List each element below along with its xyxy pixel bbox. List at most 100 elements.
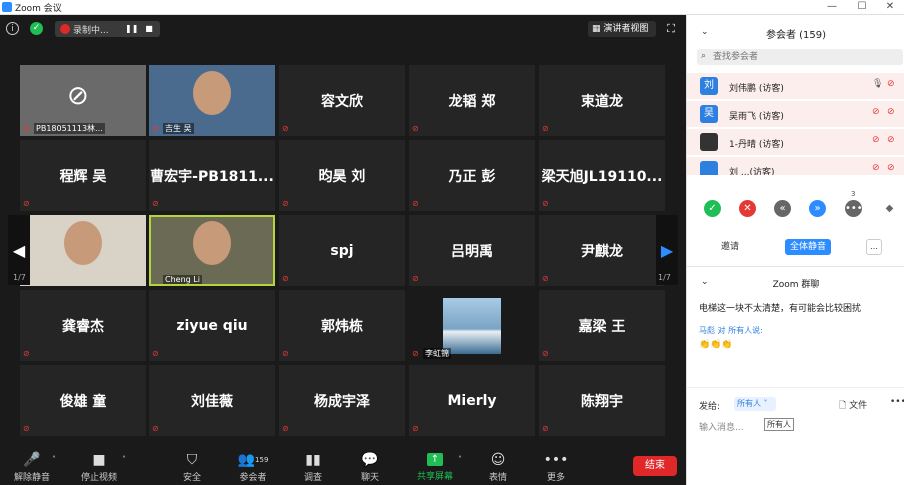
participant-display-name: 刘佳薇 xyxy=(191,393,233,410)
profile-picture xyxy=(443,298,501,354)
chat-title: Zoom 群聊 xyxy=(772,280,820,290)
video-feed xyxy=(193,221,231,265)
video-options-chevron-icon[interactable]: ˄ xyxy=(122,455,126,464)
participant-tile[interactable]: 容文欣 ⊘ xyxy=(279,65,405,136)
recipient-tooltip: 所有人 xyxy=(764,418,794,431)
participant-tile[interactable]: 刘佳薇 ⊘ xyxy=(149,365,275,436)
chat-more-icon[interactable]: ••• xyxy=(890,397,904,411)
participants-label: 参会者 xyxy=(239,473,267,483)
mute-all-button[interactable]: 全体静音 xyxy=(785,239,831,255)
participant-tile[interactable]: ⊘ ⊘ PB18051113林... xyxy=(20,65,146,136)
participant-row[interactable]: 1-丹晴 (访客) ⊘ ⊘ xyxy=(687,129,904,155)
more-button[interactable]: ••• 更多 xyxy=(531,437,581,485)
no-icon[interactable]: ✕ xyxy=(739,200,756,217)
participant-name: 1-丹晴 (访客) xyxy=(729,140,784,150)
participant-tile[interactable]: 吕明禹 ⊘ xyxy=(409,215,535,286)
next-page-button[interactable]: ▶ 1/7 xyxy=(656,215,678,285)
stop-recording-icon[interactable]: ■ xyxy=(144,24,154,34)
close-icon[interactable]: ✕ xyxy=(876,0,904,15)
participant-tile[interactable]: 梁天旭JL19110... ⊘ xyxy=(539,140,665,211)
participant-display-name: 郭炜栋 xyxy=(321,318,363,335)
participant-search-input[interactable] xyxy=(713,49,899,65)
clear-eraser-icon[interactable]: ◆ xyxy=(881,200,898,217)
shield-check-icon[interactable]: ✓ xyxy=(30,22,43,35)
participant-tile[interactable]: Mierly ⊘ xyxy=(409,365,535,436)
end-meeting-button[interactable]: 结束 xyxy=(633,456,677,476)
mic-muted-icon: ⊘ xyxy=(412,124,419,133)
chat-message: 电梯这一块不太清楚，有可能会比较困扰 xyxy=(699,304,862,314)
mic-muted-icon: ⊘ xyxy=(282,424,289,433)
minimize-icon[interactable]: — xyxy=(818,0,846,15)
share-options-chevron-icon[interactable]: ˄ xyxy=(458,455,462,464)
participant-display-name: 嘉梁 王 xyxy=(578,318,626,335)
recording-label: 录制中... xyxy=(73,26,109,36)
participant-tile[interactable]: Cheng Li xyxy=(149,215,275,286)
mic-muted-icon[interactable]: ⊘ xyxy=(872,135,880,145)
participant-tile[interactable]: 俊雄 童 ⊘ xyxy=(20,365,146,436)
participant-tile[interactable]: 杨成宇泽 ⊘ xyxy=(279,365,405,436)
slower-icon[interactable]: « xyxy=(774,200,791,217)
audio-options-chevron-icon[interactable]: ˄ xyxy=(52,455,56,464)
participants-more-button[interactable]: ... xyxy=(866,239,882,255)
recording-indicator: 录制中... ❚❚ ■ xyxy=(55,21,160,37)
participant-name-label: PB18051113林... xyxy=(34,123,105,134)
faster-icon[interactable]: » xyxy=(809,200,826,217)
meeting-toolbar: 🎤 解除静音 ˄ ■ 停止视频 ˄ ⛉ 安全 👥159 参会者 ▮▮ 调查 💬 … xyxy=(0,437,686,485)
video-off-icon[interactable]: ⊘ xyxy=(887,135,895,145)
participant-tile[interactable]: ziyue qiu ⊘ xyxy=(149,290,275,361)
mic-muted-icon[interactable]: ⊘ xyxy=(872,107,880,117)
reactions-button[interactable]: ☺ 表情 xyxy=(473,437,523,485)
participant-tile[interactable] xyxy=(20,215,146,286)
participant-row[interactable]: 吴 吴雨飞 (访客) ⊘ ⊘ xyxy=(687,101,904,127)
search-icon: ⌕ xyxy=(701,51,707,61)
video-off-icon[interactable]: ⊘ xyxy=(887,79,895,89)
participant-tile[interactable]: 龚睿杰 ⊘ xyxy=(20,290,146,361)
participant-tile[interactable]: 龙韬 郑 ⊘ xyxy=(409,65,535,136)
participant-row[interactable]: 刘 ...(访客) ⊘ ⊘ xyxy=(687,157,904,175)
participant-tile[interactable]: 束道龙 ⊘ xyxy=(539,65,665,136)
recipient-dropdown[interactable]: 所有人 ˅ xyxy=(734,397,776,411)
chat-label: 聊天 xyxy=(360,473,379,483)
participant-tile[interactable]: 尹麒龙 ⊘ xyxy=(539,215,665,286)
stop-video-button[interactable]: ■ 停止视频 xyxy=(74,437,124,485)
security-button[interactable]: ⛉ 安全 xyxy=(167,437,217,485)
share-screen-label: 共享屏幕 xyxy=(416,472,453,482)
fullscreen-icon[interactable]: ⛶ xyxy=(664,22,678,36)
right-page-indicator: 1/7 xyxy=(658,273,671,282)
more-reactions-icon[interactable]: ••• xyxy=(845,200,863,217)
participant-tile[interactable]: ⊘ 吉生 吴 xyxy=(149,65,275,136)
participant-tile[interactable]: 曹宏宇-PB1811... ⊘ xyxy=(149,140,275,211)
participant-row[interactable]: 刘 刘伟鹏 (访客) 🎙 ⊘ xyxy=(687,73,904,99)
speaker-view-label: 演讲者视图 xyxy=(603,24,649,34)
chat-button[interactable]: 💬 聊天 xyxy=(345,437,395,485)
file-button[interactable]: 🗋 文件 xyxy=(839,398,867,414)
chat-sender[interactable]: 马彪 对 所有人说: xyxy=(699,323,895,338)
maximize-icon[interactable]: ☐ xyxy=(848,0,876,15)
participant-tile[interactable]: 昀昊 刘 ⊘ xyxy=(279,140,405,211)
prev-page-button[interactable]: ◀ 1/7 xyxy=(8,215,30,285)
invite-button[interactable]: 邀请 xyxy=(721,239,739,252)
participant-tile[interactable]: ⊘ 李虹锦 xyxy=(409,290,535,361)
participant-tile[interactable]: 程辉 吴 ⊘ xyxy=(20,140,146,211)
mic-muted-icon: ⊘ xyxy=(282,349,289,358)
yes-icon[interactable]: ✓ xyxy=(704,200,721,217)
participant-tile[interactable]: spj ⊘ xyxy=(279,215,405,286)
video-off-icon[interactable]: ⊘ xyxy=(887,107,895,117)
mic-muted-icon[interactable]: ⊘ xyxy=(872,163,880,173)
pause-recording-icon[interactable]: ❚❚ xyxy=(125,24,138,34)
emoji-plus-icon: ☺ xyxy=(490,452,506,468)
video-off-icon[interactable]: ⊘ xyxy=(887,163,895,173)
participant-tile[interactable]: 陈翔宇 ⊘ xyxy=(539,365,665,436)
poll-button[interactable]: ▮▮ 调查 xyxy=(288,437,338,485)
share-screen-button[interactable]: ↑ 共享屏幕 xyxy=(410,437,460,485)
participant-tile[interactable]: 嘉梁 王 ⊘ xyxy=(539,290,665,361)
participants-button[interactable]: 👥159 参会者 xyxy=(228,437,278,485)
participant-tile[interactable]: 郭炜栋 ⊘ xyxy=(279,290,405,361)
info-icon[interactable]: i xyxy=(6,22,19,35)
mic-icon[interactable]: 🎙 xyxy=(872,79,883,89)
participant-tile[interactable]: 乃正 彭 ⊘ xyxy=(409,140,535,211)
unmute-button[interactable]: 🎤 解除静音 xyxy=(7,437,57,485)
message-input[interactable]: 输入消息... xyxy=(699,420,759,433)
more-dots-icon: ••• xyxy=(543,452,569,468)
speaker-view-button[interactable]: ▦ 演讲者视图 xyxy=(588,21,656,37)
